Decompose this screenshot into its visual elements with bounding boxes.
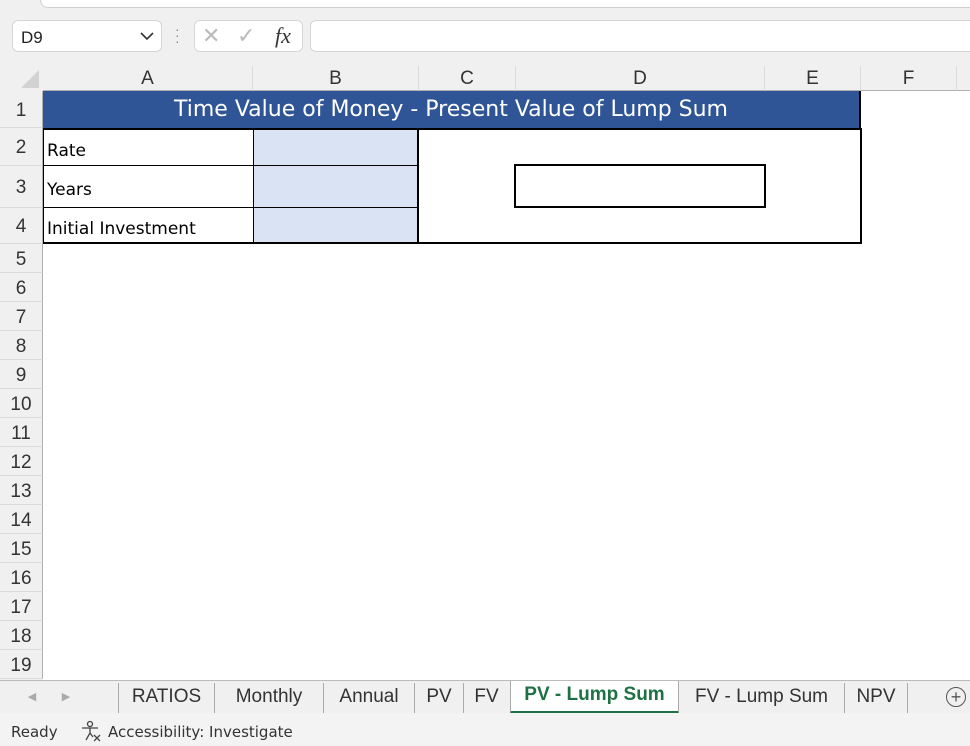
row-header-9[interactable]: 9 bbox=[0, 360, 43, 389]
column-header-c[interactable]: C bbox=[419, 66, 516, 91]
label-years[interactable]: Years bbox=[43, 166, 253, 208]
accessibility-icon[interactable] bbox=[80, 720, 102, 746]
chevron-down-icon[interactable] bbox=[139, 26, 155, 49]
row-header-13[interactable]: 13 bbox=[0, 476, 43, 505]
row-header-18[interactable]: 18 bbox=[0, 621, 43, 650]
status-ready: Ready bbox=[11, 723, 58, 741]
row-header-3[interactable]: 3 bbox=[0, 166, 43, 208]
row-header-16[interactable]: 16 bbox=[0, 563, 43, 592]
tab-ratios[interactable]: RATIOS bbox=[118, 683, 214, 713]
row-header-8[interactable]: 8 bbox=[0, 331, 43, 360]
column-header-b[interactable]: B bbox=[253, 66, 419, 91]
sheet-title[interactable]: Time Value of Money - Present Value of L… bbox=[43, 91, 861, 128]
sheet-tab-bar: ◀ ▶ RATIOS Monthly Annual PV FV PV - Lum… bbox=[0, 680, 970, 714]
formula-input[interactable] bbox=[310, 20, 970, 52]
tab-monthly[interactable]: Monthly bbox=[214, 683, 323, 713]
row-header-14[interactable]: 14 bbox=[0, 505, 43, 534]
row-header-19[interactable]: 19 bbox=[0, 650, 43, 679]
tab-fv-lump-sum[interactable]: FV - Lump Sum bbox=[679, 683, 844, 713]
tab-pv[interactable]: PV bbox=[414, 683, 463, 713]
name-box-value: D9 bbox=[21, 28, 43, 47]
column-header-d[interactable]: D bbox=[516, 66, 765, 91]
label-initial-investment[interactable]: Initial Investment bbox=[43, 208, 253, 244]
scroll-tabs-right-icon[interactable]: ▶ bbox=[58, 683, 74, 713]
scroll-tabs-left-icon[interactable]: ◀ bbox=[24, 683, 40, 713]
row-header-4[interactable]: 4 bbox=[0, 208, 43, 244]
accessibility-status[interactable]: Accessibility: Investigate bbox=[108, 723, 293, 741]
tab-npv[interactable]: NPV bbox=[844, 683, 908, 713]
title-bar-strip bbox=[40, 0, 970, 8]
row-header-17[interactable]: 17 bbox=[0, 592, 43, 621]
name-box[interactable]: D9 bbox=[12, 20, 162, 52]
column-header-a[interactable]: A bbox=[43, 66, 253, 91]
tab-annual[interactable]: Annual bbox=[323, 683, 414, 713]
column-header-e[interactable]: E bbox=[765, 66, 861, 91]
column-header-g[interactable] bbox=[957, 66, 970, 91]
label-rate[interactable]: Rate bbox=[43, 128, 253, 166]
row-header-7[interactable]: 7 bbox=[0, 302, 43, 331]
row-header-15[interactable]: 15 bbox=[0, 534, 43, 563]
row-header-11[interactable]: 11 bbox=[0, 418, 43, 447]
row-header-10[interactable]: 10 bbox=[0, 389, 43, 418]
input-initial-investment[interactable] bbox=[253, 208, 419, 244]
row-header-2[interactable]: 2 bbox=[0, 128, 43, 166]
cancel-icon[interactable]: ✕ bbox=[202, 23, 220, 49]
tab-pv-lump-sum[interactable]: PV - Lump Sum bbox=[510, 681, 679, 714]
formula-actions: ✕ ✓ fx bbox=[194, 20, 303, 52]
column-header-f[interactable]: F bbox=[861, 66, 957, 91]
tab-fv[interactable]: FV bbox=[463, 683, 509, 713]
input-years[interactable] bbox=[253, 166, 419, 208]
input-rate[interactable] bbox=[253, 128, 419, 166]
add-sheet-icon[interactable]: + bbox=[946, 687, 966, 707]
row-header-1[interactable]: 1 bbox=[0, 91, 43, 128]
result-output-box[interactable] bbox=[514, 164, 766, 208]
row-header-6[interactable]: 6 bbox=[0, 273, 43, 302]
row-header-5[interactable]: 5 bbox=[0, 244, 43, 273]
select-all-button[interactable] bbox=[0, 66, 43, 91]
more-options-icon[interactable]: · · · bbox=[175, 22, 180, 48]
status-bar: Ready Accessibility: Investigate bbox=[0, 713, 970, 745]
enter-icon[interactable]: ✓ bbox=[237, 23, 255, 49]
row-header-12[interactable]: 12 bbox=[0, 447, 43, 476]
insert-function-icon[interactable]: fx bbox=[275, 23, 291, 49]
